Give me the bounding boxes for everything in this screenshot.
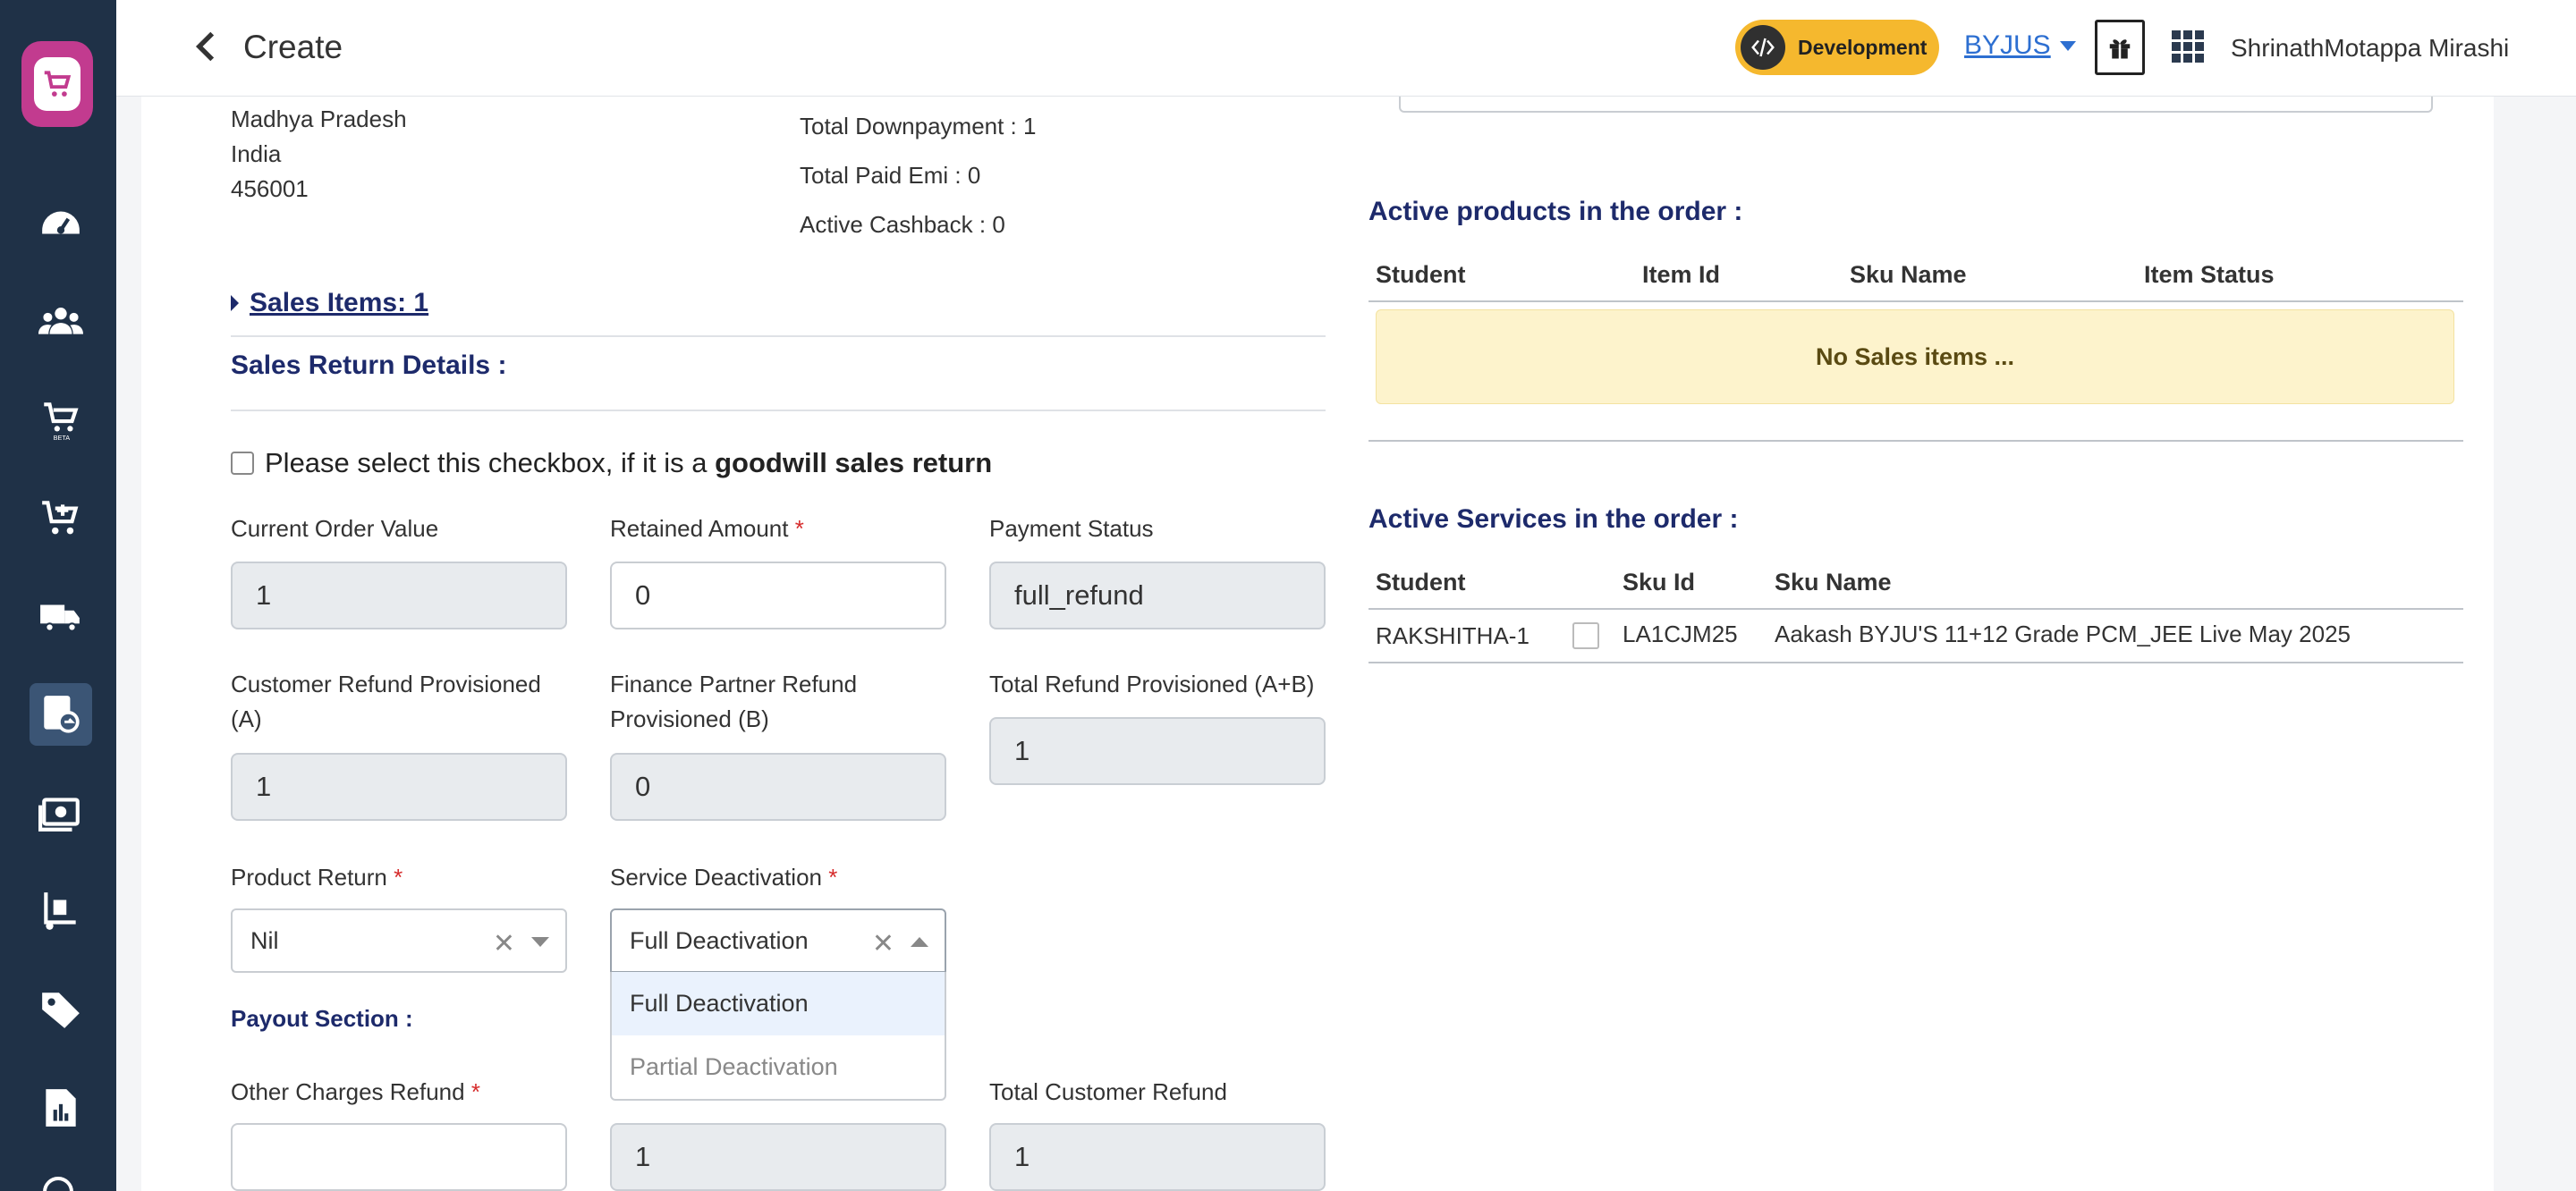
finance-partner-refund-label: Finance Partner Refund Provisioned (B) (610, 671, 858, 732)
sales-return-icon[interactable] (30, 683, 92, 746)
gift-button[interactable] (2095, 20, 2145, 75)
dashboard-icon[interactable] (30, 191, 92, 254)
divider (1368, 662, 2463, 663)
back-button[interactable] (188, 27, 224, 66)
payout-section-title: Payout Section : (231, 1005, 413, 1032)
active-products-title: Active products in the order : (1368, 197, 1743, 226)
gift-icon (2109, 39, 2131, 59)
services-col-sku-name: Sku Name (1775, 569, 1892, 596)
app-logo[interactable] (21, 41, 93, 127)
service-deactivation-menu: Full Deactivation Partial Deactivation (610, 972, 946, 1101)
services-col-sku-id: Sku Id (1623, 569, 1696, 596)
input-field-stub[interactable] (1399, 97, 2433, 113)
customer-refund-label: Customer Refund Provisioned (A) (231, 671, 541, 732)
active-cashback: Active Cashback : 0 (800, 211, 1005, 238)
address-state: Madhya Pradesh (231, 106, 407, 132)
active-services-title: Active Services in the order : (1368, 504, 1739, 534)
top-bar: Create Development BYJUS ShrinathMotappa… (116, 0, 2576, 97)
service-student: RAKSHITHA-1 (1376, 622, 1530, 649)
total-customer-refund-label: Total Customer Refund (989, 1078, 1227, 1105)
code-icon (1741, 25, 1785, 70)
payment-status-label: Payment Status (989, 515, 1154, 542)
payments-icon[interactable] (30, 781, 92, 844)
customer-refund-input: 1 (231, 753, 567, 821)
svg-text:BETA: BETA (54, 434, 71, 442)
address-pincode: 456001 (231, 175, 309, 202)
divider (231, 410, 1326, 411)
caret-right-icon (231, 295, 239, 311)
environment-badge: Development (1735, 20, 1939, 75)
goodwill-label: Please select this checkbox, if it is a … (265, 447, 993, 478)
users-icon[interactable] (30, 290, 92, 352)
option-full-deactivation[interactable]: Full Deactivation (612, 972, 945, 1035)
services-col-student: Student (1376, 569, 1466, 596)
main-content: Madhya Pradesh India 456001 Total Downpa… (141, 97, 2494, 1191)
service-deactivation-value: Full Deactivation (630, 926, 809, 954)
environment-label: Development (1798, 35, 1928, 59)
sales-items-label: Sales Items: 1 (250, 288, 429, 317)
retained-amount-input[interactable]: 0 (610, 562, 946, 629)
product-return-select[interactable]: Nil ✕ (231, 908, 567, 973)
sales-return-title: Sales Return Details : (231, 351, 507, 380)
address-block: Madhya Pradesh India 456001 (231, 102, 407, 207)
total-paid-emi: Total Paid Emi : 0 (800, 162, 981, 189)
address-country: India (231, 140, 282, 167)
chevron-down-icon[interactable] (531, 937, 549, 947)
divider (1368, 440, 2463, 442)
total-refund-input: 1 (989, 717, 1326, 785)
page-title: Create (243, 29, 343, 65)
clear-icon[interactable]: ✕ (493, 928, 515, 959)
service-deactivation-label: Service Deactivation * (610, 864, 838, 891)
service-row-checkbox[interactable] (1572, 622, 1599, 649)
products-col-item-status: Item Status (2144, 261, 2275, 288)
caret-down-icon (2059, 40, 2076, 51)
org-name: BYJUS (1964, 30, 2051, 60)
other-charges-refund-input[interactable] (231, 1123, 567, 1191)
divider (231, 335, 1326, 337)
sidebar: BETA (0, 0, 116, 1191)
chevron-left-icon (195, 31, 215, 62)
no-sales-items-alert: No Sales items ... (1376, 309, 2454, 404)
goodwill-row: Please select this checkbox, if it is a … (231, 447, 992, 479)
product-return-value: Nil (250, 926, 279, 954)
products-col-item-id: Item Id (1642, 261, 1721, 288)
finance-partner-refund-input: 0 (610, 753, 946, 821)
service-sku-name: Aakash BYJU'S 11+12 Grade PCM_JEE Live M… (1775, 621, 2351, 647)
inventory-icon[interactable] (30, 880, 92, 942)
help-icon[interactable] (43, 1177, 73, 1191)
delivery-truck-icon[interactable] (30, 585, 92, 647)
goodwill-checkbox[interactable] (231, 452, 254, 475)
divider (1368, 608, 2463, 610)
org-switcher[interactable]: BYJUS (1964, 30, 2076, 61)
beta-products-icon[interactable]: BETA (30, 388, 92, 451)
tag-icon[interactable] (30, 978, 92, 1041)
option-partial-deactivation[interactable]: Partial Deactivation (612, 1035, 945, 1099)
divider (1368, 300, 2463, 302)
payout-amount-input: 1 (610, 1123, 946, 1191)
products-col-sku-name: Sku Name (1850, 261, 1967, 288)
other-charges-refund-label: Other Charges Refund * (231, 1078, 480, 1105)
payment-status-input: full_refund (989, 562, 1326, 629)
sales-items-toggle[interactable]: Sales Items: 1 (231, 288, 428, 318)
service-sku-id: LA1CJM25 (1623, 621, 1738, 647)
service-deactivation-select[interactable]: Full Deactivation ✕ (610, 908, 946, 973)
products-col-student: Student (1376, 261, 1466, 288)
retained-amount-label: Retained Amount * (610, 515, 804, 542)
total-refund-label: Total Refund Provisioned (A+B) (989, 671, 1315, 697)
user-name[interactable]: ShrinathMotappa Mirashi (2231, 34, 2509, 63)
current-order-value-input: 1 (231, 562, 567, 629)
apps-grid-icon[interactable] (2172, 30, 2204, 63)
total-downpayment: Total Downpayment : 1 (800, 113, 1037, 139)
cart-logo-icon (34, 57, 80, 111)
current-order-value-label: Current Order Value (231, 515, 439, 542)
reports-icon[interactable] (30, 1077, 92, 1139)
clear-icon[interactable]: ✕ (872, 928, 894, 959)
total-customer-refund-input: 1 (989, 1123, 1326, 1191)
add-to-cart-icon[interactable] (30, 486, 92, 549)
product-return-label: Product Return * (231, 864, 403, 891)
chevron-up-icon[interactable] (911, 937, 928, 947)
